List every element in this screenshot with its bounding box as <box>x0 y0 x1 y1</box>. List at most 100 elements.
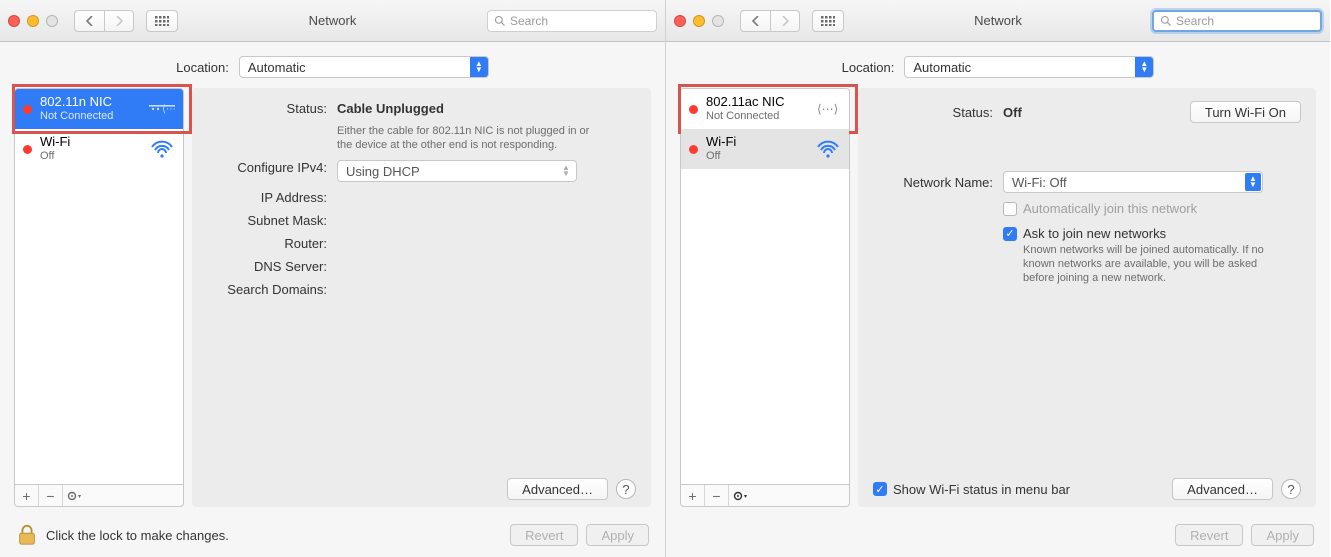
zoom-icon[interactable] <box>46 15 58 27</box>
svg-text:⟨⋯⟩: ⟨⋯⟩ <box>162 104 175 115</box>
location-select[interactable]: Automatic ▲▼ <box>904 56 1154 78</box>
status-value: Cable Unplugged <box>337 101 444 116</box>
network-name-select[interactable]: Wi-Fi: Off ▲▼ <box>1003 171 1263 193</box>
window-network-left: Network Search Location: Automatic ▲▼ 80… <box>0 0 665 557</box>
search-placeholder: Search <box>1176 14 1214 28</box>
back-button[interactable] <box>740 10 770 32</box>
network-name-value: Wi-Fi: Off <box>1012 175 1067 190</box>
traffic-lights <box>674 15 724 27</box>
configure-label: Configure IPv4: <box>207 160 337 182</box>
window-network-right: Network Search Location: Automatic ▲▼ 80… <box>665 0 1330 557</box>
network-name-label: Network Name: <box>873 175 1003 190</box>
status-label: Status: <box>207 101 337 152</box>
ethernet-icon: ⟨⋯⟩ <box>149 96 175 122</box>
status-label: Status: <box>873 105 1003 120</box>
status-value: Off <box>1003 105 1022 120</box>
show-status-label: Show Wi-Fi status in menu bar <box>893 482 1070 497</box>
apply-button[interactable]: Apply <box>1251 524 1314 546</box>
sidebar-item-label: Wi-Fi <box>40 135 141 149</box>
forward-button[interactable] <box>770 10 800 32</box>
show-all-button[interactable] <box>146 10 178 32</box>
chevron-updown-icon: ▲▼ <box>559 164 573 178</box>
configure-ipv4-select[interactable]: Using DHCP ▲▼ <box>337 160 577 182</box>
auto-join-label: Automatically join this network <box>1023 201 1197 216</box>
interfaces-sidebar: 802.11n NIC Not Connected ⟨⋯⟩ Wi-Fi Off <box>14 88 184 507</box>
sidebar-item-80211ac[interactable]: 802.11ac NIC Not Connected ⟨⋯⟩ <box>681 89 849 129</box>
remove-interface-button[interactable]: − <box>39 485 63 506</box>
sidebar-item-status: Off <box>706 149 807 163</box>
checkbox-checked-icon: ✓ <box>1003 227 1017 241</box>
advanced-button[interactable]: Advanced… <box>1172 478 1273 500</box>
add-interface-button[interactable]: + <box>15 485 39 506</box>
ask-join-hint: Known networks will be joined automatica… <box>1023 243 1273 285</box>
status-dot-icon <box>23 145 32 154</box>
traffic-lights <box>8 15 58 27</box>
subnet-mask-label: Subnet Mask: <box>207 213 337 228</box>
search-icon <box>494 15 506 27</box>
location-row: Location: Automatic ▲▼ <box>0 42 665 88</box>
nav-buttons <box>740 10 800 32</box>
remove-interface-button[interactable]: − <box>705 485 729 506</box>
status-dot-icon <box>23 105 32 114</box>
toolbar: Network Search <box>0 0 665 42</box>
wifi-icon <box>149 136 175 162</box>
interfaces-sidebar: 802.11ac NIC Not Connected ⟨⋯⟩ Wi-Fi Off <box>680 88 850 507</box>
lock-text: Click the lock to make changes. <box>46 528 229 543</box>
sidebar-toolbar: + − <box>14 485 184 507</box>
configure-value: Using DHCP <box>346 164 420 179</box>
search-placeholder: Search <box>510 14 548 28</box>
show-all-button[interactable] <box>812 10 844 32</box>
add-interface-button[interactable]: + <box>681 485 705 506</box>
action-menu-button[interactable] <box>729 485 753 506</box>
zoom-icon[interactable] <box>712 15 724 27</box>
turn-wifi-on-button[interactable]: Turn Wi-Fi On <box>1190 101 1301 123</box>
close-icon[interactable] <box>8 15 20 27</box>
grid-icon <box>821 16 835 26</box>
location-select[interactable]: Automatic ▲▼ <box>239 56 489 78</box>
chevron-updown-icon: ▲▼ <box>1245 173 1261 191</box>
search-field[interactable]: Search <box>1152 10 1322 32</box>
ip-address-label: IP Address: <box>207 190 337 205</box>
minimize-icon[interactable] <box>27 15 39 27</box>
sidebar-toolbar: + − <box>680 485 850 507</box>
location-label: Location: <box>842 60 895 75</box>
grid-icon <box>155 16 169 26</box>
gear-icon <box>733 490 749 502</box>
svg-text:⟨⋯⟩: ⟨⋯⟩ <box>817 102 838 116</box>
ask-join-checkbox-row[interactable]: ✓ Ask to join new networks <box>1003 226 1273 241</box>
detail-panel: Status: Off Turn Wi-Fi On Network Name: … <box>858 88 1316 507</box>
forward-button[interactable] <box>104 10 134 32</box>
close-icon[interactable] <box>674 15 686 27</box>
revert-button[interactable]: Revert <box>1175 524 1243 546</box>
sidebar-item-80211n[interactable]: 802.11n NIC Not Connected ⟨⋯⟩ <box>15 89 183 129</box>
bottom-bar: Click the lock to make changes. Revert A… <box>0 513 665 557</box>
gear-icon <box>67 490 83 502</box>
search-field[interactable]: Search <box>487 10 657 32</box>
sidebar-item-label: 802.11n NIC <box>40 95 141 109</box>
checkbox-icon <box>1003 202 1017 216</box>
minimize-icon[interactable] <box>693 15 705 27</box>
sidebar-item-label: 802.11ac NIC <box>706 95 807 109</box>
chevron-updown-icon: ▲▼ <box>470 57 488 77</box>
revert-button[interactable]: Revert <box>510 524 578 546</box>
sidebar-item-status: Not Connected <box>706 109 807 123</box>
location-label: Location: <box>176 60 229 75</box>
wifi-icon <box>815 136 841 162</box>
advanced-button[interactable]: Advanced… <box>507 478 608 500</box>
location-row: Location: Automatic ▲▼ <box>666 42 1330 88</box>
lock-icon[interactable] <box>16 524 38 546</box>
help-button[interactable]: ? <box>1281 479 1301 499</box>
back-button[interactable] <box>74 10 104 32</box>
nav-buttons <box>74 10 134 32</box>
sidebar-item-wifi[interactable]: Wi-Fi Off <box>681 129 849 169</box>
sidebar-item-wifi[interactable]: Wi-Fi Off <box>15 129 183 169</box>
ask-join-label: Ask to join new networks <box>1023 226 1166 241</box>
search-domains-label: Search Domains: <box>207 282 337 297</box>
status-dot-icon <box>689 105 698 114</box>
auto-join-checkbox-row[interactable]: Automatically join this network <box>1003 201 1197 216</box>
apply-button[interactable]: Apply <box>586 524 649 546</box>
show-status-checkbox-row[interactable]: ✓ Show Wi-Fi status in menu bar <box>873 482 1070 497</box>
action-menu-button[interactable] <box>63 485 87 506</box>
help-button[interactable]: ? <box>616 479 636 499</box>
checkbox-checked-icon: ✓ <box>873 482 887 496</box>
